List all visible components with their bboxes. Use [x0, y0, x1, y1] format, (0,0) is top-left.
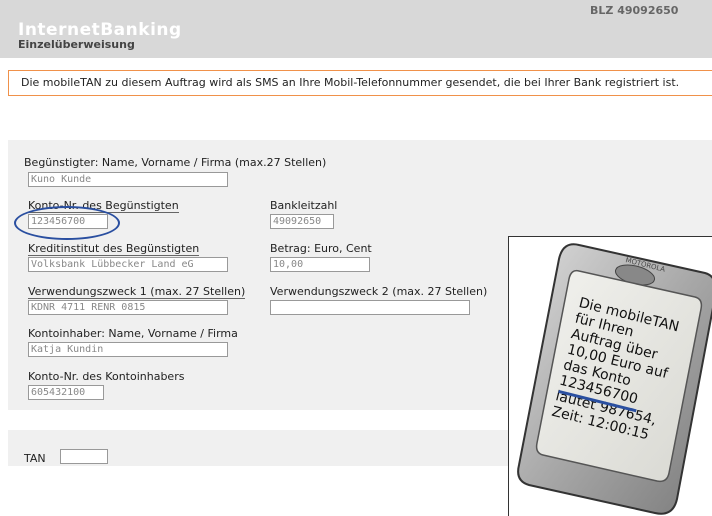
purpose2-label: Verwendungszweck 2 (max. 27 Stellen) — [270, 285, 488, 298]
purpose2-input[interactable] — [270, 300, 470, 315]
holder-label: Kontoinhaber: Name, Vorname / Firma — [28, 327, 238, 340]
tan-label: TAN — [24, 452, 46, 465]
purpose1-label: Verwendungszweck 1 (max. 27 Stellen) — [28, 285, 246, 299]
tan-input[interactable] — [60, 449, 108, 464]
beneficiary-input[interactable]: Kuno Kunde — [28, 172, 228, 187]
account-highlight-ellipse — [14, 206, 120, 240]
purpose1-input[interactable]: KDNR 4711 RENR 0815 — [28, 300, 228, 315]
blz-label: Bankleitzahl — [270, 199, 338, 212]
phone-illustration: MOTOROLA Die mobileTAN für Ihren Auftrag… — [508, 236, 712, 516]
holder-account-label: Konto-Nr. des Kontoinhabers — [28, 370, 185, 383]
blz-input[interactable]: 49092650 — [270, 214, 334, 229]
app-header: InternetBanking Einzelüberweisung BLZ 49… — [0, 0, 712, 58]
holder-account-input[interactable]: 605432100 — [28, 385, 104, 400]
bank-label: Kreditinstitut des Begünstigten — [28, 242, 200, 256]
mobiletan-notice: Die mobileTAN zu diesem Auftrag wird als… — [8, 70, 712, 96]
bank-code-label: BLZ 49092650 — [590, 4, 679, 17]
amount-label: Betrag: Euro, Cent — [270, 242, 372, 255]
holder-input[interactable]: Katja Kundin — [28, 342, 228, 357]
amount-input[interactable]: 10,00 — [270, 257, 370, 272]
beneficiary-label: Begünstigter: Name, Vorname / Firma (max… — [24, 156, 327, 169]
app-title: InternetBanking — [18, 20, 182, 40]
bank-input[interactable]: Volksbank Lübbecker Land eG — [28, 257, 228, 272]
page-title: Einzelüberweisung — [18, 38, 135, 51]
